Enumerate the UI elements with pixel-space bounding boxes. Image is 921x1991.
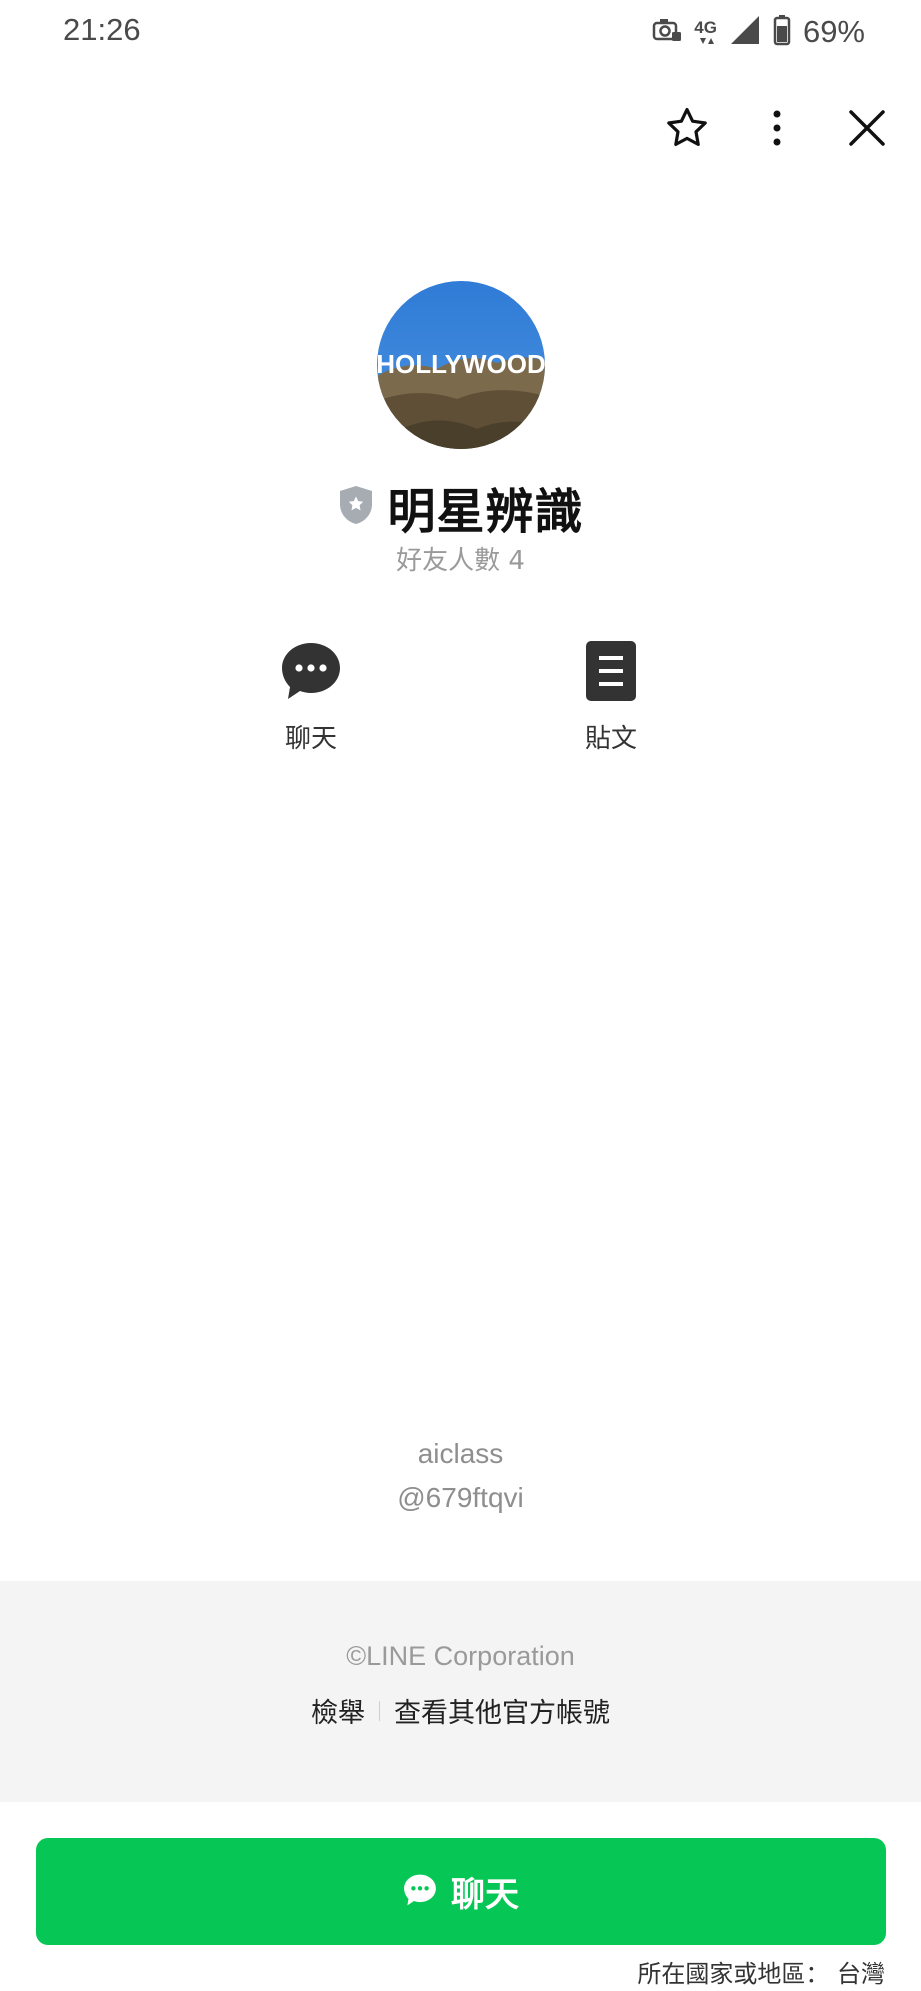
chat-bubble-icon	[280, 640, 342, 706]
battery-percent: 69%	[802, 14, 865, 49]
close-icon	[848, 109, 886, 151]
post-document-icon	[585, 640, 637, 706]
account-id: @679ftqvi	[397, 1482, 524, 1513]
account-name: aiclass	[417, 1438, 504, 1469]
close-button[interactable]	[837, 100, 897, 160]
status-time: 21:26	[63, 12, 141, 47]
more-vertical-icon	[771, 108, 783, 152]
report-link[interactable]: 檢舉	[311, 1691, 365, 1730]
chat-bubble-icon	[403, 1873, 437, 1911]
chat-action-button[interactable]: 聊天	[241, 640, 381, 755]
status-bar: 21:26 4G 69%	[0, 0, 921, 66]
favorite-button[interactable]	[657, 100, 717, 160]
page-title: 明星辨識	[387, 484, 584, 540]
footer: ©LINE Corporation 檢舉 查看其他官方帳號	[0, 1581, 921, 1802]
footer-divider	[379, 1700, 380, 1721]
avatar-sign-text: HOLLYWOOD	[377, 349, 545, 379]
region-text: 所在國家或地區： 台灣	[637, 1960, 885, 1988]
chat-button[interactable]: 聊天	[36, 1838, 886, 1945]
battery-icon	[773, 14, 791, 50]
chat-button-label: 聊天	[451, 1875, 519, 1915]
footer-links: 檢舉 查看其他官方帳號	[0, 1691, 921, 1730]
friend-count: 好友人數 4	[396, 546, 525, 576]
more-options-button[interactable]	[747, 100, 807, 160]
signal-icon	[729, 14, 761, 50]
chat-action-label: 聊天	[284, 724, 337, 754]
copyright-text: ©LINE Corporation	[346, 1641, 575, 1671]
posts-action-label: 貼文	[584, 724, 637, 754]
star-icon	[663, 104, 711, 156]
profile-title-row: 明星辨識	[0, 472, 921, 542]
camera-lock-icon	[652, 17, 682, 47]
network-label: 4G	[694, 17, 717, 37]
posts-action-button[interactable]: 貼文	[541, 640, 681, 755]
official-shield-icon	[337, 484, 375, 530]
network-4g-icon: 4G	[694, 19, 717, 46]
avatar[interactable]: HOLLYWOOD	[377, 281, 545, 449]
other-accounts-link[interactable]: 查看其他官方帳號	[394, 1691, 610, 1730]
status-icons: 4G 69%	[652, 12, 865, 52]
